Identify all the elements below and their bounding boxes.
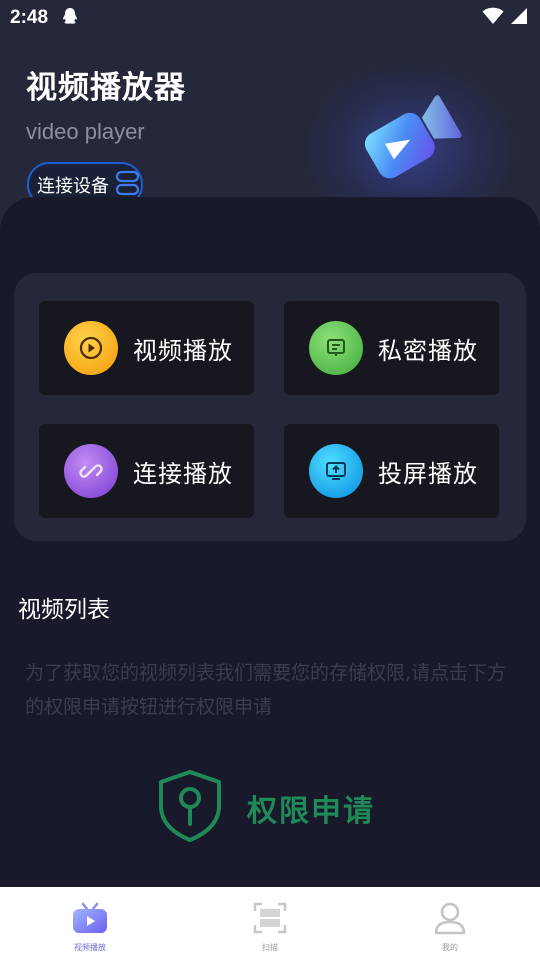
nav-item-scan[interactable]: 扫描 [210, 887, 330, 953]
status-left: 2:48 [10, 7, 78, 29]
wifi-icon [482, 7, 504, 29]
link-play-label: 连接播放 [133, 459, 233, 488]
permission-hint: 为了获取您的视频列表我们需要您的存储权限,请点击下方的权限申请按钮进行权限申请 [25, 662, 507, 718]
cast-screen-icon [309, 444, 363, 498]
feature-grid: 视频播放 私密播放 连接播放 投屏播放 [14, 273, 526, 541]
connect-device-label: 连接设备 [37, 175, 109, 197]
link-play-tile[interactable]: 连接播放 [39, 424, 254, 518]
private-play-label: 私密播放 [378, 336, 478, 365]
link-icon [64, 444, 118, 498]
cast-play-tile[interactable]: 投屏播放 [284, 424, 499, 518]
nav-label-video: 视频播放 [74, 943, 106, 952]
video-camera-icon [352, 88, 462, 192]
toggle-icon [115, 169, 141, 201]
bottom-nav: 视频播放 扫描 我的 [0, 887, 540, 960]
qq-notification-icon [62, 7, 78, 29]
scan-icon [252, 901, 288, 939]
nav-item-video[interactable]: 视频播放 [30, 887, 150, 953]
video-play-tile[interactable]: 视频播放 [39, 301, 254, 395]
nav-label-scan: 扫描 [262, 943, 278, 952]
permission-request-label: 权限申请 [247, 794, 375, 829]
cell-signal-icon [510, 7, 528, 29]
video-play-label: 视频播放 [133, 336, 233, 365]
status-right [482, 7, 528, 29]
status-bar: 2:48 [0, 0, 540, 36]
message-icon [309, 321, 363, 375]
play-circle-icon [64, 321, 118, 375]
header: 视频播放器 video player [26, 62, 186, 145]
cast-play-label: 投屏播放 [378, 459, 478, 488]
permission-request-button[interactable]: 权限申请 [155, 770, 395, 846]
status-time: 2:48 [10, 7, 49, 28]
video-list-title: 视频列表 [18, 597, 110, 623]
app-subtitle: video player [26, 119, 145, 144]
tv-icon [71, 901, 109, 939]
app-title: 视频播放器 [26, 70, 186, 106]
user-icon [432, 901, 468, 939]
shield-key-icon [155, 768, 225, 848]
nav-item-profile[interactable]: 我的 [390, 887, 510, 953]
nav-label-profile: 我的 [442, 943, 458, 952]
private-play-tile[interactable]: 私密播放 [284, 301, 499, 395]
